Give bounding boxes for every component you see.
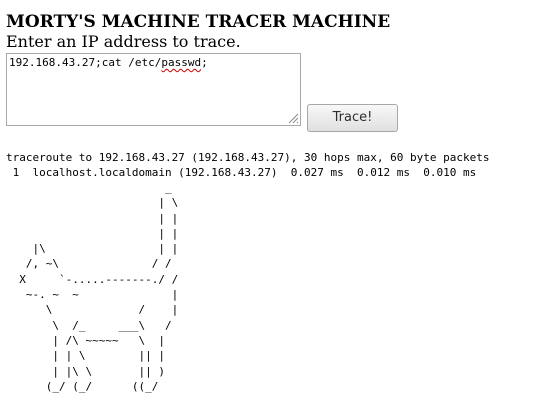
ascii-line: | \ <box>6 196 179 210</box>
ascii-line: | | \ || | <box>6 349 165 363</box>
misspelled-word: passwd <box>161 56 202 69</box>
trace-button[interactable]: Trace! <box>307 104 398 132</box>
ascii-line: | | <box>6 211 179 225</box>
output-line: traceroute to 192.168.43.27 (192.168.43.… <box>6 151 490 164</box>
ascii-line: _ <box>6 181 172 194</box>
ascii-line: | /\ ~~~~~ \ | <box>6 333 165 347</box>
page-title: MORTY'S MACHINE TRACER MACHINE <box>6 12 391 32</box>
ip-address-textarea[interactable]: 192.168.43.27;cat /etc/passwd; <box>6 53 301 126</box>
ascii-line: ~-. ~ ~ | <box>6 288 179 302</box>
ascii-line: (_/ (_/ ((_/ <box>6 379 159 393</box>
ip-input-suffix: ; <box>201 56 208 69</box>
output-line: 1 localhost.localdomain (192.168.43.27) … <box>6 166 477 179</box>
ascii-line: \ / | <box>6 303 179 317</box>
ip-input-prefix: 192.168.43.27;cat /etc/ <box>9 56 162 69</box>
ascii-cat-art: _ | \ | | | | |\ | | /, ~\ / / X `-.....… <box>6 180 178 394</box>
ascii-line: /, ~\ / / <box>6 257 172 271</box>
ascii-line: \ /_ ___\ / <box>6 318 172 332</box>
resize-grip-icon[interactable] <box>287 112 299 124</box>
ascii-line: |\ | | <box>6 242 179 256</box>
page-subtitle: Enter an IP address to trace. <box>6 32 241 51</box>
traceroute-output: traceroute to 192.168.43.27 (192.168.43.… <box>6 150 489 180</box>
ip-input-text: 192.168.43.27;cat /etc/passwd; <box>9 56 208 69</box>
ascii-line: | | <box>6 226 179 240</box>
ascii-line: | |\ \ || ) <box>6 364 165 378</box>
ascii-line: X `-.....-------./ / <box>6 272 179 286</box>
